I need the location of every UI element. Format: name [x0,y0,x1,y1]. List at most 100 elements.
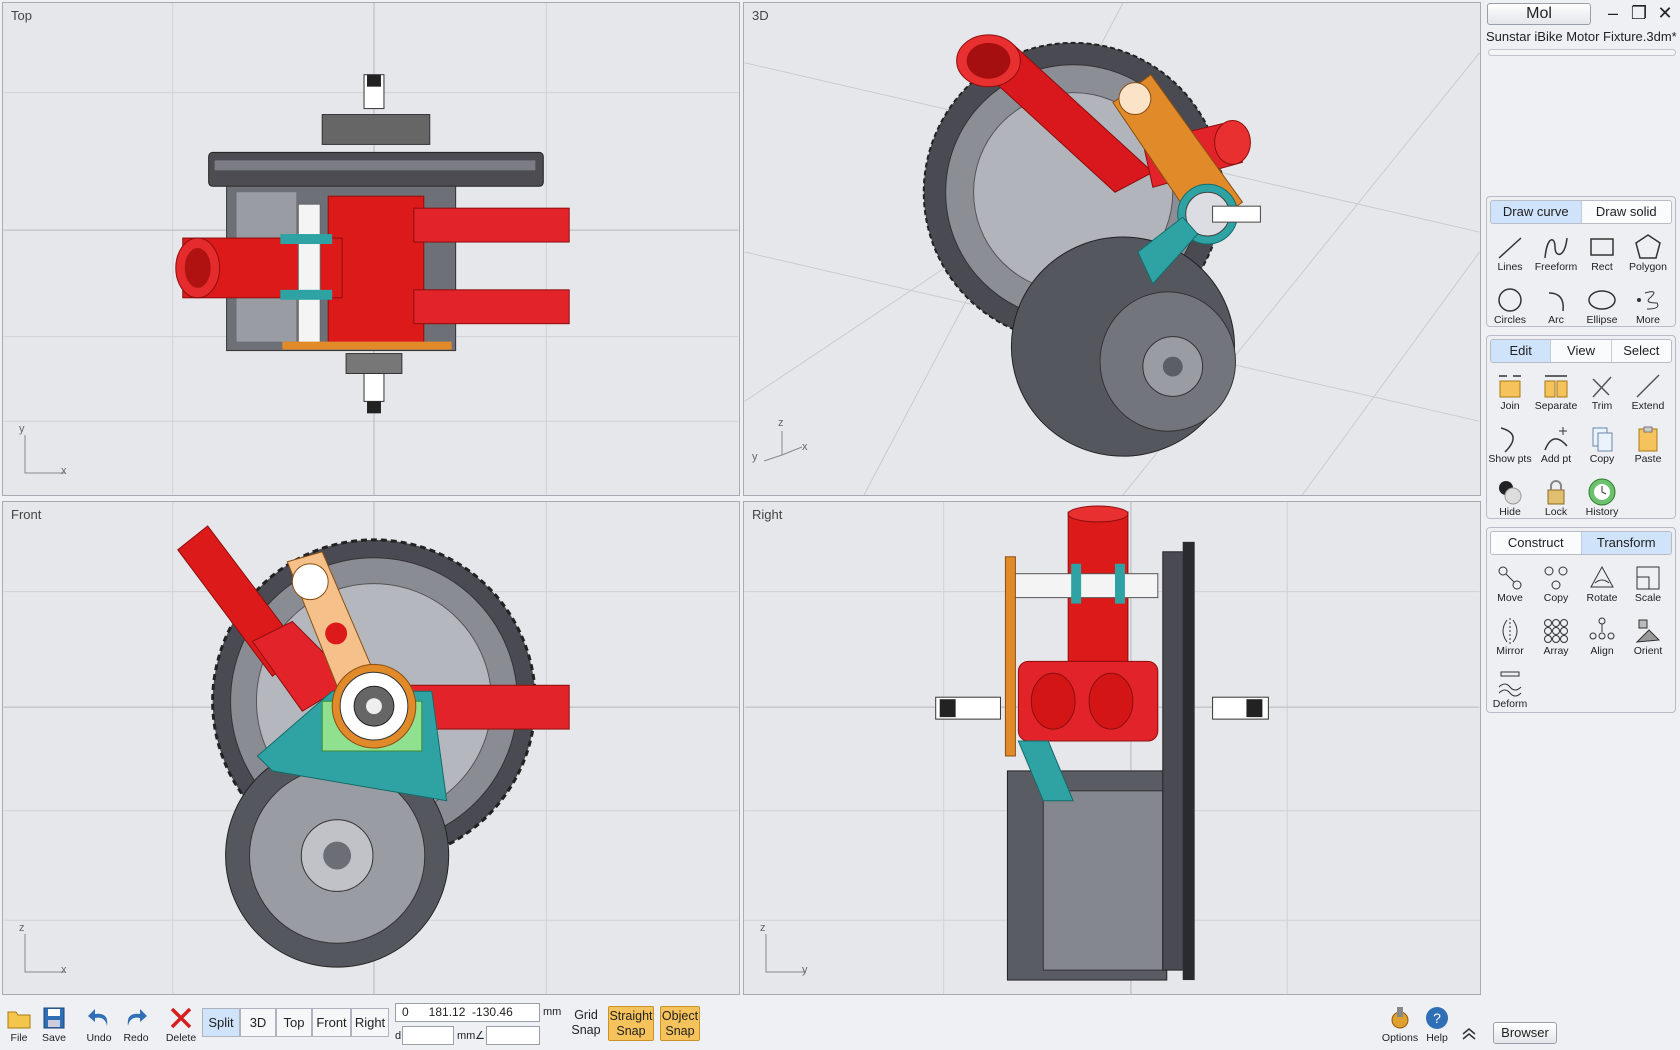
angle-input[interactable] [486,1026,540,1045]
show-points-tool[interactable]: Show pts [1487,420,1533,473]
draw-group: Draw curve Draw solid Lines Freeform Rec… [1486,196,1676,327]
panel-scrollbar[interactable] [1488,49,1676,56]
top-view-model [3,3,739,495]
tool-label: Arc [1548,314,1564,326]
grid-snap-toggle[interactable]: Grid Snap [568,1006,604,1041]
add-point-tool[interactable]: Add pt [1533,420,1579,473]
tool-label: Rect [1591,261,1613,273]
history-tool[interactable]: History [1579,473,1625,526]
redo-icon [127,1009,147,1026]
distance-input[interactable] [402,1026,454,1045]
join-icon [1499,375,1521,398]
browser-button[interactable]: Browser [1493,1022,1557,1044]
tab-view[interactable]: View [1551,340,1612,362]
rect-tool[interactable]: Rect [1579,228,1625,281]
viewport-front[interactable]: Front z x [2,501,740,995]
freeform-icon [1544,237,1568,259]
viewport-title: Top [11,8,32,23]
extend-icon [1636,374,1660,398]
move-tool[interactable]: Move [1487,559,1533,612]
orient-tool[interactable]: Orient [1625,612,1671,665]
delete-button[interactable]: Delete [163,1004,199,1044]
scale-tool[interactable]: Scale [1625,559,1671,612]
polygon-tool[interactable]: Polygon [1625,228,1671,281]
coordinate-input[interactable]: 0 181.12 -130.46 [395,1003,540,1022]
help-button[interactable]: ? Help [1422,1004,1452,1044]
tab-construct[interactable]: Construct [1491,532,1582,554]
array-icon [1544,619,1568,643]
align-tool[interactable]: Align [1579,612,1625,665]
tool-label: Separate [1534,400,1578,412]
copy-transform-tool[interactable]: Copy [1533,559,1579,612]
view-right-button[interactable]: Right [351,1008,389,1037]
view-top-button[interactable]: Top [276,1008,312,1037]
join-tool[interactable]: Join [1487,367,1533,420]
undo-button[interactable]: Undo [83,1004,115,1044]
collapse-chevron-icon[interactable] [1461,1026,1477,1040]
copy-transform-icon [1544,566,1568,590]
arc-tool[interactable]: Arc [1533,281,1579,334]
scale-icon [1636,566,1660,590]
viewport-3d[interactable]: 3D y z x [743,2,1481,496]
axis-label: z [760,922,766,934]
tab-draw-solid[interactable]: Draw solid [1581,201,1671,223]
view-split-button[interactable]: Split [202,1008,240,1037]
separate-tool[interactable]: Separate [1533,367,1579,420]
paste-tool[interactable]: Paste [1625,420,1671,473]
rotate-tool[interactable]: Rotate [1579,559,1625,612]
tool-label: Mirror [1496,645,1524,657]
ellipse-icon [1588,290,1616,310]
save-button[interactable]: Save [39,1004,69,1044]
more-tool[interactable]: More [1625,281,1671,334]
tab-select[interactable]: Select [1611,340,1671,362]
file-button[interactable]: File [4,1004,34,1044]
circles-tool[interactable]: Circles [1487,281,1533,334]
edit-tabs: Edit View Select [1490,339,1672,363]
viewport-title: Front [11,507,42,522]
user-button[interactable]: Mol [1487,3,1591,25]
axis-indicator: y x [17,423,77,483]
deform-tool[interactable]: Deform [1487,665,1533,718]
view-front-button[interactable]: Front [312,1008,351,1037]
button-label: File [10,1032,28,1044]
delete-icon [170,1007,192,1029]
redo-button[interactable]: Redo [120,1004,152,1044]
lock-tool[interactable]: Lock [1533,473,1579,526]
viewport-top[interactable]: Top y x [2,2,740,496]
mirror-tool[interactable]: Mirror [1487,612,1533,665]
axis-label: y [19,423,25,435]
tool-label: Circles [1493,314,1527,326]
minimize-icon[interactable]: – [1602,4,1624,24]
tab-transform[interactable]: Transform [1581,532,1671,554]
axis-label: y [802,964,808,976]
ellipse-tool[interactable]: Ellipse [1579,281,1625,334]
circle-icon [1498,288,1522,312]
tab-draw-curve[interactable]: Draw curve [1491,201,1582,223]
view-3d-button[interactable]: 3D [240,1008,276,1037]
viewport-right[interactable]: Right z y [743,501,1481,995]
straight-snap-toggle[interactable]: Straight Snap [608,1006,654,1041]
mirror-icon [1502,618,1518,644]
tab-edit[interactable]: Edit [1491,340,1552,362]
options-icon [1391,1007,1409,1029]
close-icon[interactable]: ✕ [1654,4,1676,24]
more-icon [1637,291,1659,310]
lines-tool[interactable]: Lines [1487,228,1533,281]
button-label: Undo [86,1032,112,1044]
restore-icon[interactable]: ❐ [1628,4,1650,24]
options-button[interactable]: Options [1380,1004,1420,1044]
hide-tool[interactable]: Hide [1487,473,1533,526]
title-bar: Mol – ❐ ✕ Sunstar iBike Motor Fixture.3d… [1484,0,1680,56]
align-icon [1589,617,1615,640]
help-icon: ? [1426,1007,1448,1029]
copy-tool[interactable]: Copy [1579,420,1625,473]
object-snap-toggle[interactable]: Object Snap [660,1006,700,1041]
array-tool[interactable]: Array [1533,612,1579,665]
file-name: Sunstar iBike Motor Fixture.3dm* [1486,29,1677,44]
freeform-tool[interactable]: Freeform [1533,228,1579,281]
right-view-model [744,502,1480,994]
transform-tabs: Construct Transform [1490,531,1672,555]
axis-label: z [778,417,784,429]
trim-tool[interactable]: Trim [1579,367,1625,420]
extend-tool[interactable]: Extend [1625,367,1671,420]
